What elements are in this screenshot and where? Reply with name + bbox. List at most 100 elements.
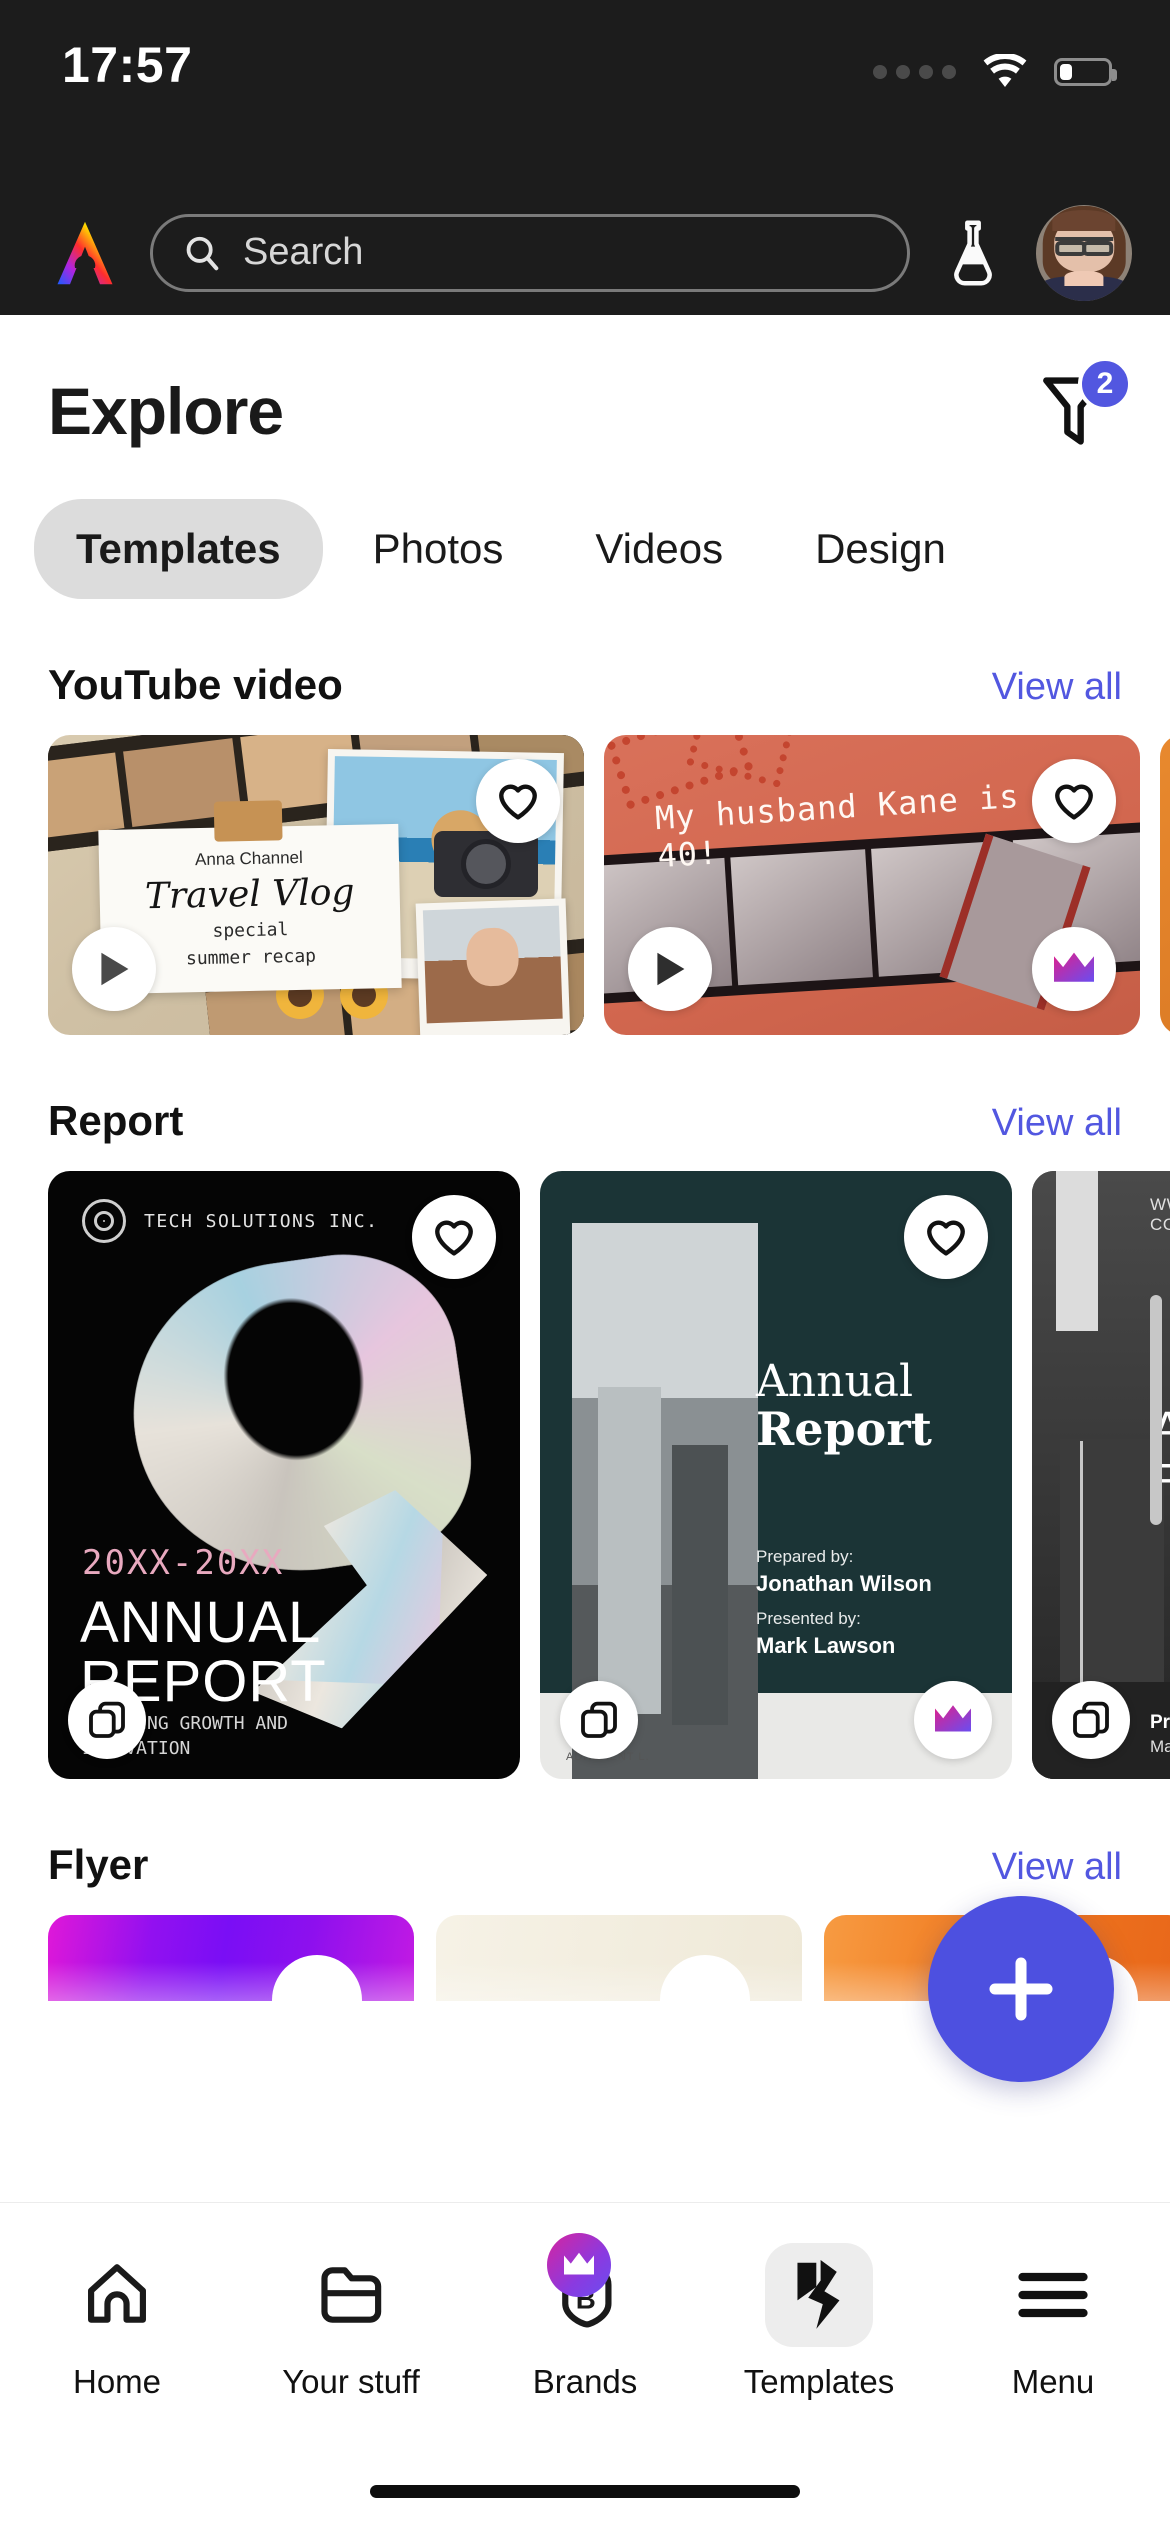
card-logo-row: TECH SOLUTIONS INC. [82, 1199, 378, 1243]
section-youtube-video: YouTube video View all Anna Channel Trav… [0, 661, 1170, 1035]
pro-crown-badge [547, 2233, 611, 2297]
flask-icon[interactable] [936, 216, 1010, 290]
card-subtitle-2: summer recap [185, 945, 317, 970]
explore-page: Explore 2 Templates Photos Videos Design… [0, 315, 1170, 2532]
prepared-label: Prepared for [1150, 1712, 1170, 1733]
tab-design[interactable]: Design [773, 499, 988, 599]
avatar[interactable] [1036, 204, 1132, 301]
templates-icon [765, 2243, 873, 2347]
report-card-rail[interactable]: TECH SOLUTIONS INC. 20XX-20XX ANNUAL REPO… [0, 1171, 1170, 1779]
play-button[interactable] [72, 927, 156, 1011]
status-time: 17:57 [62, 37, 193, 93]
card-title: Travel Vlog [144, 871, 355, 917]
folder-icon [297, 2243, 405, 2347]
pro-badge [1032, 927, 1116, 1011]
card-company: TECH SOLUTIONS INC. [144, 1210, 379, 1232]
presented-label: Presented by: [756, 1609, 861, 1628]
favorite-button[interactable] [476, 759, 560, 843]
presented-name: Mark Lawson [756, 1633, 896, 1658]
section-header: YouTube video View all [0, 661, 1170, 735]
battery-icon [1054, 58, 1117, 86]
prepared-label: Prepared by: [756, 1547, 854, 1566]
card-years: 20XX-20XX [82, 1543, 285, 1583]
heart-icon [435, 1220, 473, 1256]
plus-icon [989, 1957, 1053, 2021]
brand-shield-b-icon: B [531, 2233, 639, 2347]
view-all-link[interactable]: View all [992, 1846, 1122, 1889]
nav-item-templates[interactable]: Templates [719, 2243, 919, 2401]
home-icon [63, 2243, 171, 2347]
page-header: Explore 2 [0, 315, 1170, 459]
filter-button[interactable]: 2 [1026, 357, 1132, 459]
favorite-button[interactable] [412, 1195, 496, 1279]
crown-icon [564, 2252, 594, 2275]
section-report: Report View all TECH SOLUTIONS INC. 20XX… [0, 1097, 1170, 1779]
search-input[interactable]: Search [150, 213, 910, 292]
favorite-button[interactable] [904, 1195, 988, 1279]
nav-label: Brands [532, 2363, 638, 2400]
multipage-indicator [1052, 1681, 1130, 1759]
crown-icon [1054, 952, 1094, 982]
template-card[interactable]: Anna Channel Travel Vlog special summer … [48, 735, 584, 1035]
section-title: YouTube video [48, 661, 343, 708]
tab-photos[interactable]: Photos [331, 499, 546, 599]
template-card[interactable]: Annual Report Prepared by: Jonathan Wils… [540, 1171, 1012, 1779]
template-card[interactable] [1160, 735, 1170, 1035]
tab-templates[interactable]: Templates [34, 499, 323, 599]
favorite-button[interactable] [1032, 759, 1116, 843]
nav-item-brands[interactable]: B Brands [485, 2233, 685, 2401]
nav-label: Templates [743, 2363, 895, 2400]
status-bar: 17:57 [0, 0, 1170, 190]
tape-decor [213, 800, 283, 842]
play-button[interactable] [628, 927, 712, 1011]
template-card[interactable] [48, 1915, 414, 2001]
template-card[interactable]: TECH SOLUTIONS INC. 20XX-20XX ANNUAL REPO… [48, 1171, 520, 1779]
template-card[interactable] [436, 1915, 802, 2001]
pro-badge [914, 1681, 992, 1759]
card-channel: Anna Channel [194, 847, 303, 869]
canva-rainbow-a-logo[interactable] [46, 218, 124, 288]
multipage-indicator [68, 1681, 146, 1759]
youtube-card-rail[interactable]: Anna Channel Travel Vlog special summer … [0, 735, 1170, 1035]
scrollbar[interactable] [1150, 1295, 1162, 1525]
card-url: WWW.TIMSON-CONSTRUCTION.SITE.CO.UK [1150, 1195, 1170, 1234]
view-all-link[interactable]: View all [992, 666, 1122, 709]
accent-bar-decor [1056, 1171, 1098, 1331]
card-subtitle-1: special [212, 918, 289, 942]
section-title: Report [48, 1097, 184, 1144]
play-icon [101, 952, 129, 986]
nav-label: Home [72, 2363, 162, 2400]
prepared-name: Jonathan Wilson [756, 1571, 932, 1596]
nav-label: Menu [1011, 2363, 1095, 2400]
copy-pages-icon [581, 1701, 617, 1738]
section-title: Flyer [48, 1841, 149, 1888]
view-all-link[interactable]: View all [992, 1102, 1122, 1145]
search-placeholder: Search [243, 231, 364, 273]
signal-dots-icon [873, 65, 956, 79]
nav-item-your-stuff[interactable]: Your stuff [251, 2243, 451, 2401]
wifi-icon [983, 54, 1027, 87]
copy-pages-icon [89, 1701, 125, 1738]
bottom-navigation: Home Your stuff B Brands Templates Menu [0, 2202, 1170, 2532]
tab-videos[interactable]: Videos [553, 499, 765, 599]
prepared-name: Madison Investments [1150, 1737, 1170, 1756]
nav-item-home[interactable]: Home [17, 2243, 217, 2401]
heart-icon [499, 784, 537, 820]
card-meta: Prepared for Madison Investments [1150, 1712, 1170, 1757]
app-bar: Search [0, 190, 1170, 315]
target-logo-icon [82, 1199, 126, 1243]
home-indicator [370, 2485, 800, 2498]
nav-label: Your stuff [282, 2363, 420, 2400]
status-indicators [873, 54, 1117, 90]
heart-icon [927, 1220, 965, 1256]
nav-item-menu[interactable]: Menu [953, 2243, 1153, 2401]
template-card[interactable]: My husband Kane is 40! [604, 735, 1140, 1035]
create-design-button[interactable] [928, 1896, 1114, 2082]
hamburger-menu-icon [999, 2243, 1107, 2347]
heart-icon [1055, 784, 1093, 820]
copy-pages-icon [1073, 1701, 1109, 1738]
accent-line-decor [1080, 1441, 1083, 1719]
multipage-indicator [560, 1681, 638, 1759]
crown-icon [935, 1705, 971, 1732]
search-icon [186, 236, 219, 270]
